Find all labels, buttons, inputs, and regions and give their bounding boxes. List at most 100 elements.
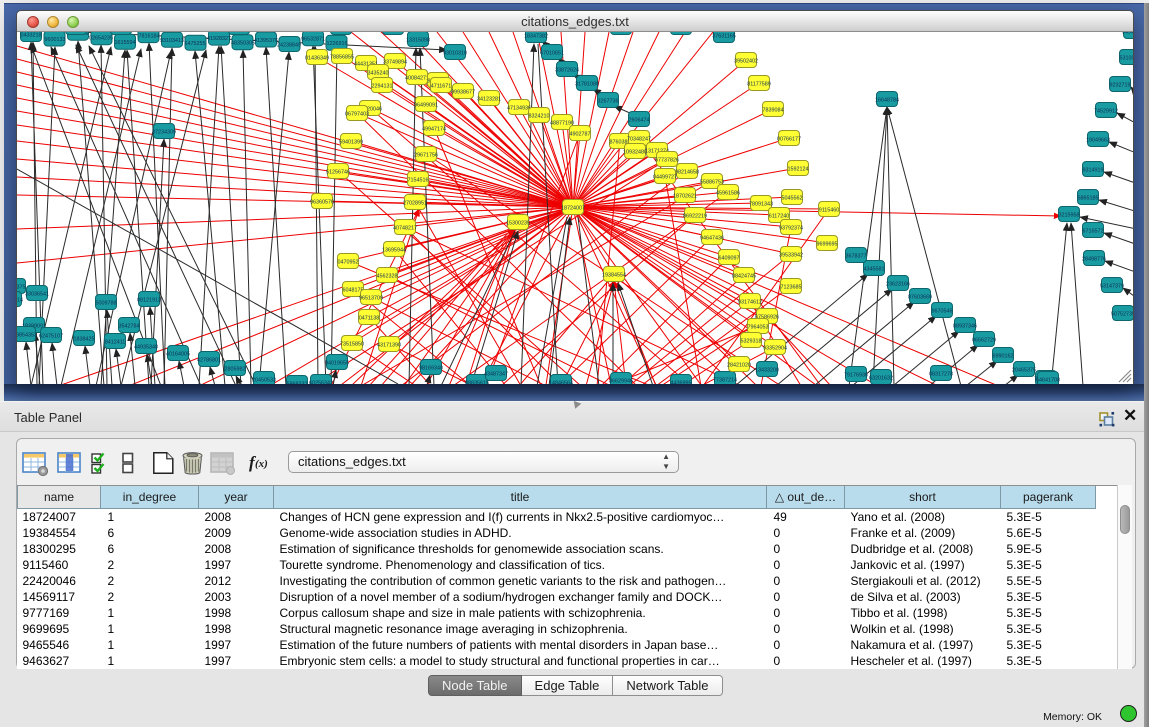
svg-text:23623166: 23623166 — [886, 281, 910, 287]
svg-text:43171390: 43171390 — [377, 342, 401, 348]
svg-text:0471138: 0471138 — [359, 315, 380, 321]
svg-text:48877190: 48877190 — [550, 120, 574, 126]
svg-text:14846564: 14846564 — [549, 380, 573, 384]
svg-text:78856855: 78856855 — [330, 54, 354, 60]
svg-text:93010310: 93010310 — [443, 50, 467, 56]
svg-text:94019655: 94019655 — [325, 360, 349, 366]
svg-text:51256746: 51256746 — [326, 169, 350, 175]
svg-text:79176936: 79176936 — [844, 372, 868, 378]
svg-text:6409097: 6409097 — [719, 255, 740, 261]
svg-text:8324210: 8324210 — [529, 113, 550, 119]
svg-text:18724007: 18724007 — [561, 205, 585, 211]
svg-text:7154516: 7154516 — [408, 177, 429, 183]
svg-text:29671756: 29671756 — [414, 152, 438, 158]
svg-text:1226916: 1226916 — [327, 41, 348, 47]
svg-text:19049663: 19049663 — [1086, 137, 1110, 143]
svg-text:3267736: 3267736 — [598, 98, 619, 104]
svg-text:87234309: 87234309 — [152, 129, 176, 135]
svg-text:64641708: 64641708 — [1036, 377, 1060, 383]
svg-text:7964053: 7964053 — [748, 324, 769, 330]
svg-text:0470952: 0470952 — [338, 259, 359, 265]
svg-text:41928327: 41928327 — [207, 36, 231, 42]
svg-text:2606474: 2606474 — [629, 117, 650, 123]
svg-text:34123281: 34123281 — [477, 96, 501, 102]
svg-text:18702621: 18702621 — [673, 193, 697, 199]
svg-text:96513709: 96513709 — [359, 295, 383, 301]
svg-text:08121913: 08121913 — [137, 297, 161, 303]
svg-text:86922219: 86922219 — [683, 213, 707, 219]
svg-text:20450533: 20450533 — [252, 377, 276, 383]
svg-text:43487347: 43487347 — [484, 371, 508, 377]
svg-text:63201632: 63201632 — [869, 375, 893, 381]
svg-text:93103413: 93103413 — [160, 38, 184, 44]
svg-text:1838425: 1838425 — [74, 336, 95, 342]
svg-text:13315098: 13315098 — [406, 37, 430, 43]
svg-text:39533942: 39533942 — [779, 252, 803, 258]
svg-text:99854353: 99854353 — [17, 332, 37, 338]
svg-text:13695944: 13695944 — [382, 247, 406, 253]
svg-text:1592124: 1592124 — [788, 166, 809, 172]
svg-text:5045562: 5045562 — [782, 195, 803, 201]
svg-text:28421020: 28421020 — [727, 362, 751, 368]
svg-text:67010651: 67010651 — [540, 50, 564, 56]
svg-text:16648784: 16648784 — [875, 97, 899, 103]
svg-text:04499727: 04499727 — [653, 174, 677, 180]
svg-text:50752735: 50752735 — [1111, 311, 1133, 317]
svg-text:88424745: 88424745 — [732, 273, 756, 279]
svg-text:7123685: 7123685 — [781, 284, 802, 290]
svg-text:8412411: 8412411 — [105, 339, 126, 345]
svg-text:81177589: 81177589 — [747, 81, 771, 87]
svg-text:5869232: 5869232 — [287, 381, 308, 384]
svg-text:08317278: 08317278 — [929, 371, 953, 377]
svg-text:01436349: 01436349 — [305, 55, 329, 61]
svg-text:28498776: 28498776 — [1082, 256, 1106, 262]
svg-text:96360576: 96360576 — [310, 199, 334, 205]
svg-text:47134936: 47134936 — [507, 105, 531, 111]
svg-text:6117240: 6117240 — [769, 213, 790, 219]
svg-text:6990162: 6990162 — [993, 353, 1014, 359]
svg-text:67737826: 67737826 — [655, 157, 679, 163]
svg-text:3678377: 3678377 — [846, 253, 867, 259]
svg-text:06797403: 06797403 — [345, 111, 369, 117]
svg-text:42786801: 42786801 — [197, 357, 221, 363]
svg-text:6716572: 6716572 — [1083, 228, 1104, 234]
svg-text:36629946: 36629946 — [609, 378, 633, 384]
svg-text:15300235: 15300235 — [506, 220, 530, 226]
svg-text:3542784: 3542784 — [119, 323, 140, 329]
svg-text:77387214: 77387214 — [713, 377, 737, 383]
svg-text:58685014: 58685014 — [17, 297, 23, 303]
svg-text:1615594: 1615594 — [115, 40, 136, 46]
svg-text:27028951: 27028951 — [403, 200, 427, 206]
svg-text:9115460: 9115460 — [819, 207, 840, 213]
svg-text:24238849: 24238849 — [277, 42, 301, 48]
svg-text:9699695: 9699695 — [817, 241, 838, 247]
svg-text:4345581: 4345581 — [864, 266, 885, 272]
svg-text:98214658: 98214658 — [675, 169, 699, 175]
svg-text:93792374: 93792374 — [779, 225, 803, 231]
svg-text:3435240: 3435240 — [368, 70, 389, 76]
svg-text:9232719: 9232719 — [1110, 82, 1131, 88]
svg-text:40164005: 40164005 — [166, 351, 190, 357]
svg-text:4436995: 4436995 — [671, 380, 692, 384]
svg-text:00766177: 00766177 — [777, 136, 801, 142]
svg-text:9600133: 9600133 — [45, 37, 66, 43]
svg-text:2294131: 2294131 — [372, 83, 393, 89]
svg-text:88937346: 88937346 — [953, 323, 977, 329]
svg-text:0433218: 0433218 — [21, 32, 42, 38]
svg-text:93352904: 93352904 — [763, 345, 787, 351]
svg-text:94647436: 94647436 — [700, 235, 724, 241]
svg-text:7839084: 7839084 — [763, 107, 784, 113]
svg-text:93174612: 93174612 — [738, 299, 762, 305]
svg-text:40748217: 40748217 — [393, 225, 417, 231]
svg-text:74529912: 74529912 — [1094, 108, 1118, 114]
svg-text:02654235: 02654235 — [89, 36, 113, 42]
svg-text:59401399: 59401399 — [339, 139, 363, 145]
svg-text:78091343: 78091343 — [749, 201, 773, 207]
svg-text:5329318: 5329318 — [741, 338, 762, 344]
svg-text:48350305: 48350305 — [231, 41, 255, 47]
svg-text:54948083: 54948083 — [1122, 32, 1133, 35]
svg-text:60256342: 60256342 — [309, 380, 333, 384]
svg-text:5009788: 5009788 — [96, 300, 117, 306]
svg-text:4711671: 4711671 — [431, 83, 452, 89]
svg-text:20465375: 20465375 — [1012, 367, 1036, 373]
